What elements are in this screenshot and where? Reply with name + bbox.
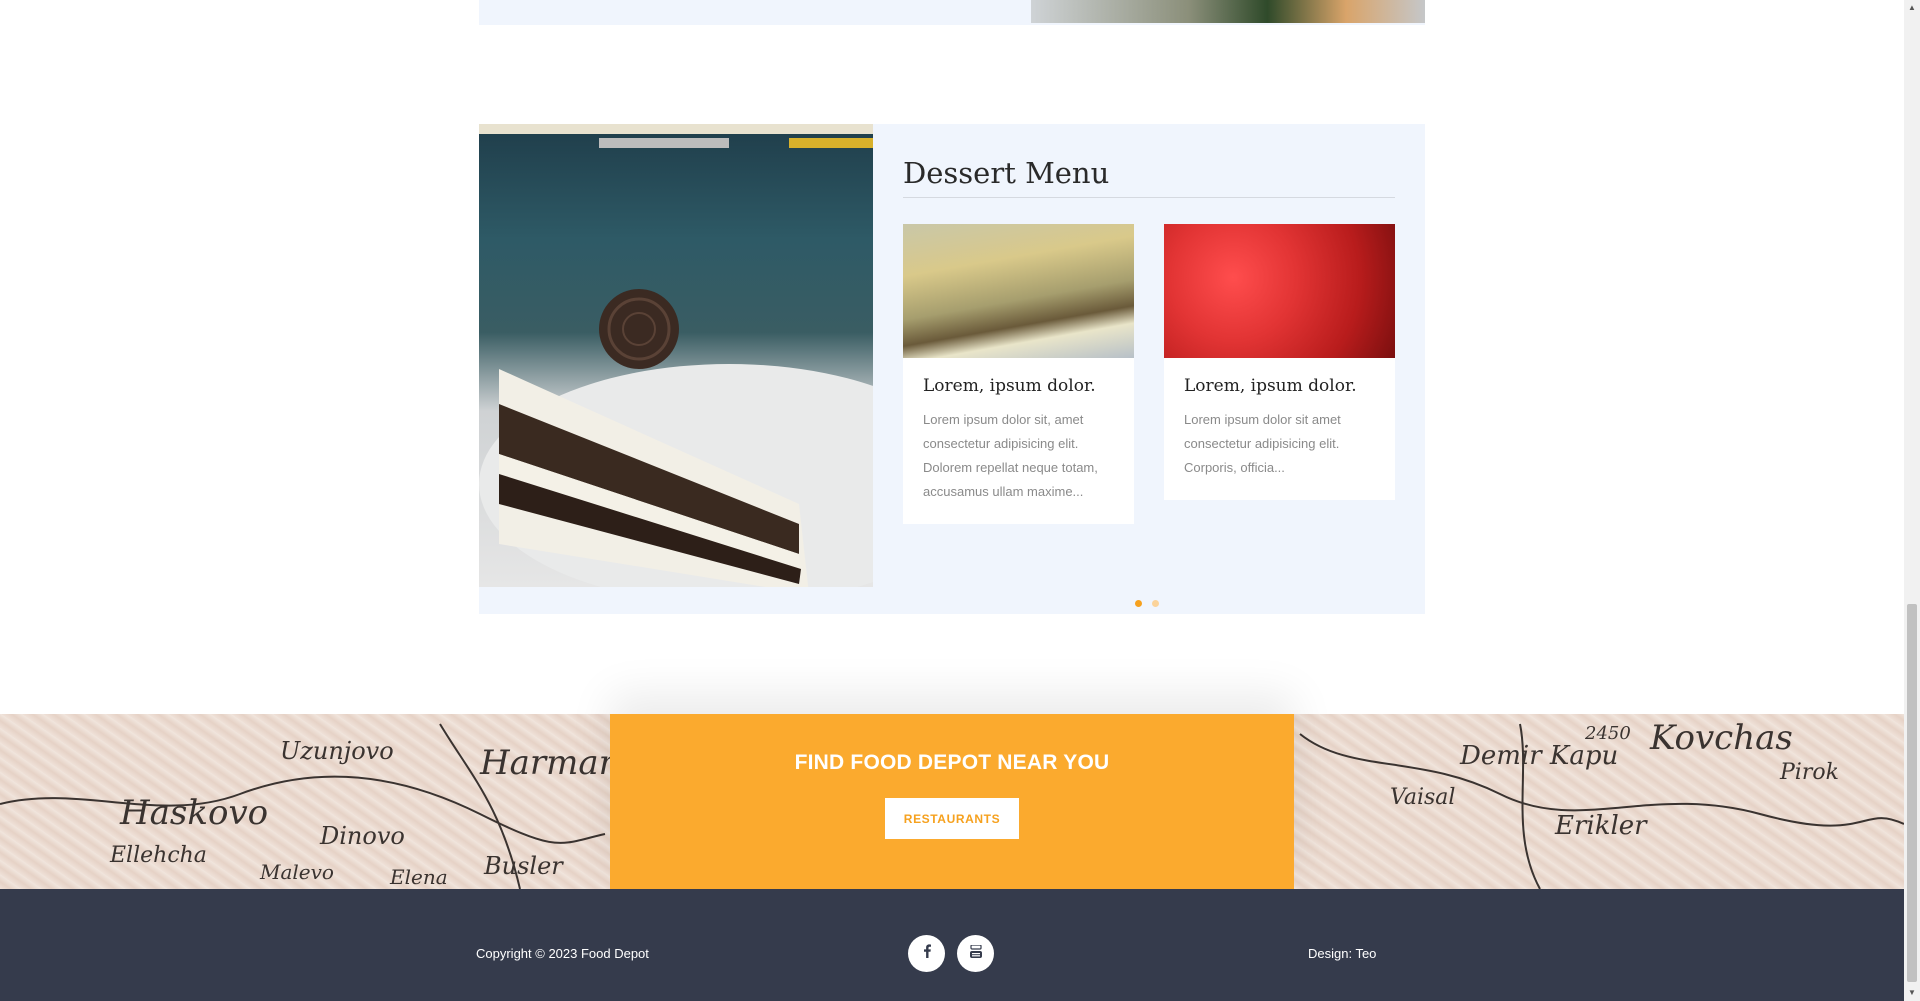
svg-text:Erikler: Erikler xyxy=(1554,811,1648,841)
facebook-link[interactable] xyxy=(908,935,945,972)
section-title: Dessert Menu xyxy=(903,156,1110,190)
svg-text:Ellehcha: Ellehcha xyxy=(109,843,207,868)
svg-text:Busler: Busler xyxy=(483,852,564,880)
dessert-menu-section: Dessert Menu Lorem, ipsum dolor. Lorem i… xyxy=(479,124,1425,614)
page: Dessert Menu Lorem, ipsum dolor. Lorem i… xyxy=(0,0,1904,1001)
dessert-card-image xyxy=(1164,224,1395,358)
svg-text:Vaisal: Vaisal xyxy=(1390,785,1455,810)
svg-text:Uzunjovo: Uzunjovo xyxy=(280,737,394,765)
facebook-icon xyxy=(922,944,932,963)
scroll-down-arrow-icon[interactable]: ▼ xyxy=(1908,988,1916,998)
page-scrollbar[interactable]: ▲ ▼ xyxy=(1904,0,1920,1001)
carousel-dot-active[interactable] xyxy=(1135,600,1142,607)
dessert-carousel[interactable]: Lorem, ipsum dolor. Lorem ipsum dolor si… xyxy=(903,224,1395,544)
carousel-pagination xyxy=(1135,600,1159,607)
footer: Copyright © 2023 Food Depot Design: Teo xyxy=(0,889,1904,1001)
svg-text:Elena: Elena xyxy=(389,865,448,889)
design-credit: Design: Teo xyxy=(1308,946,1377,961)
svg-text:Malevo: Malevo xyxy=(259,860,334,884)
dessert-card[interactable]: Lorem, ipsum dolor. Lorem ipsum dolor si… xyxy=(903,224,1134,524)
restaurants-button[interactable]: RESTAURANTS xyxy=(885,798,1019,839)
svg-text:2450: 2450 xyxy=(1584,723,1631,744)
cta-title: FIND FOOD DEPOT NEAR YOU xyxy=(794,751,1110,774)
scroll-up-arrow-icon[interactable]: ▲ xyxy=(1908,3,1916,13)
dessert-card-text: Lorem ipsum dolor sit, amet consectetur … xyxy=(923,412,1098,499)
find-restaurant-cta: FIND FOOD DEPOT NEAR YOU RESTAURANTS xyxy=(610,714,1294,889)
svg-text:Dinovo: Dinovo xyxy=(319,822,405,850)
previous-section-image xyxy=(1031,0,1425,23)
dessert-card[interactable]: Lorem, ipsum dolor. Lorem ipsum dolor si… xyxy=(1164,224,1395,500)
previous-section xyxy=(479,0,1425,25)
dessert-cake-photo xyxy=(479,124,873,587)
youtube-link[interactable] xyxy=(957,935,994,972)
svg-text:Kovchas: Kovchas xyxy=(1649,718,1793,758)
title-divider xyxy=(903,197,1395,198)
dessert-menu-content: Dessert Menu Lorem, ipsum dolor. Lorem i… xyxy=(903,154,1395,607)
dessert-card-title: Lorem, ipsum dolor. xyxy=(923,376,1096,396)
svg-text:Demir Kapu: Demir Kapu xyxy=(1459,741,1618,771)
copyright-text: Copyright © 2023 Food Depot xyxy=(476,946,649,961)
dessert-card-image xyxy=(903,224,1134,358)
svg-text:Haskovo: Haskovo xyxy=(119,793,268,833)
dessert-card-text: Lorem ipsum dolor sit amet consectetur a… xyxy=(1184,412,1341,475)
dessert-card-title: Lorem, ipsum dolor. xyxy=(1184,376,1357,396)
svg-text:Pirok: Pirok xyxy=(1779,760,1839,785)
scroll-thumb[interactable] xyxy=(1907,604,1917,982)
carousel-dot[interactable] xyxy=(1152,600,1159,607)
youtube-icon xyxy=(969,943,982,963)
